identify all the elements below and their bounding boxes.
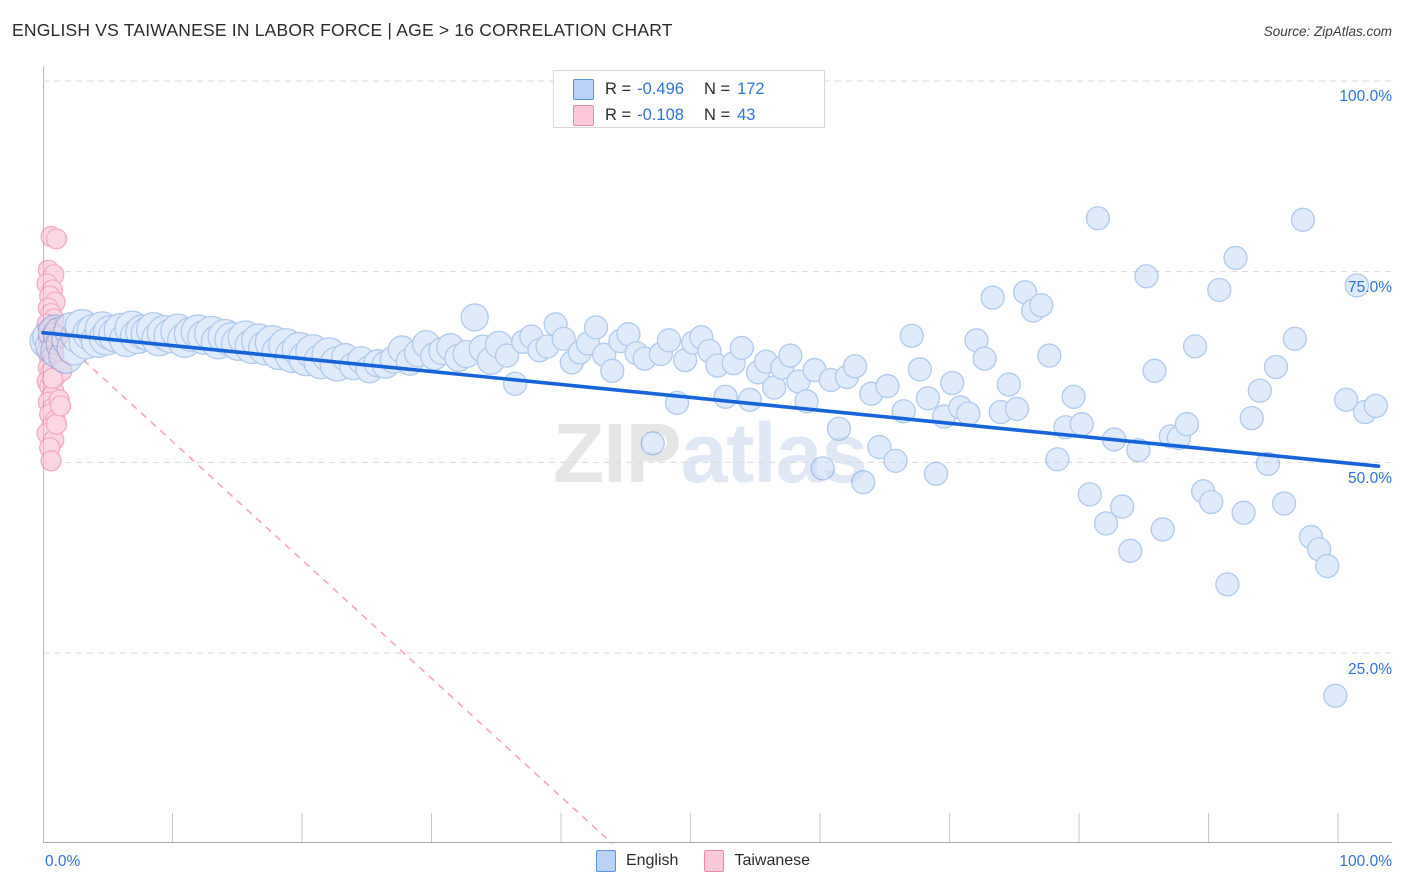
scatter-plot-canvas bbox=[29, 80, 1392, 845]
stats-row-taiwanese: R = -0.108 N = 43 bbox=[554, 102, 824, 128]
stats-row-english: R = -0.496 N = 172 bbox=[554, 76, 824, 102]
stats-swatch-english bbox=[573, 78, 594, 100]
x-tick-marks bbox=[172, 813, 1339, 842]
stats-n-value-english: 172 bbox=[737, 79, 765, 98]
taiwanese-trendline bbox=[82, 359, 613, 845]
legend-item-taiwanese[interactable]: Taiwanese bbox=[704, 850, 810, 872]
stats-swatch-taiwanese bbox=[573, 104, 594, 126]
legend-swatch-taiwanese bbox=[704, 850, 725, 872]
stats-r-label-english: R = bbox=[605, 79, 632, 98]
stats-n-label-taiwanese: N = bbox=[703, 105, 731, 124]
chart-page: ENGLISH VS TAIWANESE IN LABOR FORCE | AG… bbox=[0, 0, 1406, 892]
legend-label-english: English bbox=[625, 852, 679, 869]
y-tick-label-75: 75.0% bbox=[1348, 279, 1392, 296]
english-points bbox=[29, 206, 1388, 708]
y-tick-label-25: 25.0% bbox=[1348, 661, 1392, 678]
stats-r-value-english: -0.496 bbox=[637, 79, 684, 98]
y-tick-label-100: 100.0% bbox=[1339, 88, 1392, 105]
stats-r-label-taiwanese: R = bbox=[605, 105, 632, 124]
legend-label-taiwanese: Taiwanese bbox=[734, 852, 811, 869]
y-tick-label-50: 50.0% bbox=[1348, 470, 1392, 487]
stats-r-value-taiwanese: -0.108 bbox=[637, 105, 684, 124]
legend-item-english[interactable]: English bbox=[595, 850, 679, 872]
correlation-stats-box: R = -0.496 N = 172 R = -0.108 N = 43 bbox=[553, 70, 825, 128]
series-legend: English Taiwanese bbox=[0, 850, 1406, 872]
legend-swatch-english bbox=[595, 850, 616, 872]
stats-n-value-taiwanese: 43 bbox=[737, 105, 756, 124]
stats-n-label-english: N = bbox=[703, 79, 731, 98]
